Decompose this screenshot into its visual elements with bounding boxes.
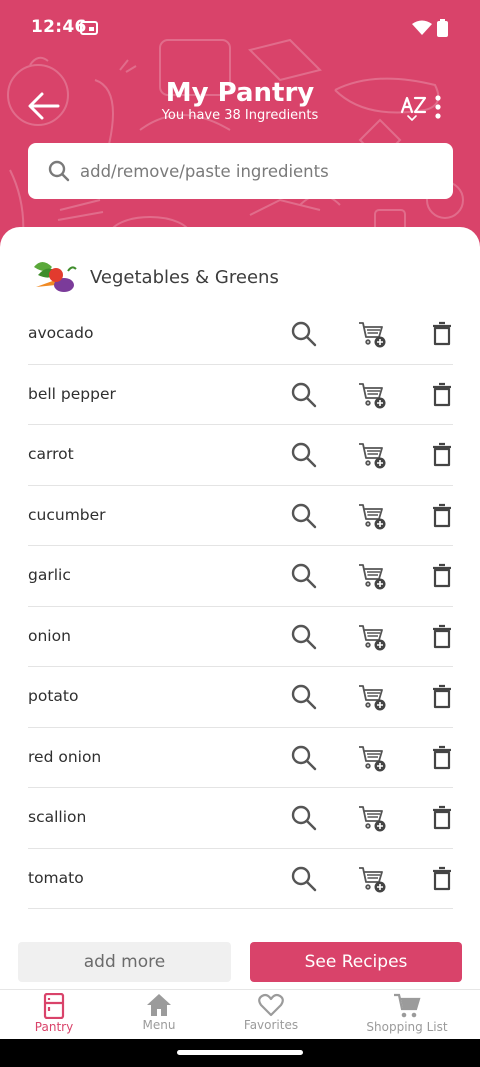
home-icon xyxy=(147,994,171,1016)
delete-icon[interactable] xyxy=(428,381,456,409)
sort-az-icon[interactable] xyxy=(400,92,428,122)
search-recipes-icon[interactable] xyxy=(290,683,318,711)
search-recipes-icon[interactable] xyxy=(290,804,318,832)
add-to-cart-icon[interactable] xyxy=(358,804,386,832)
search-bar xyxy=(28,143,453,199)
ingredient-row: avocado xyxy=(28,304,453,365)
nav-item-shopping-list[interactable]: Shopping List xyxy=(360,990,454,1040)
delete-icon[interactable] xyxy=(428,865,456,893)
search-icon xyxy=(48,160,70,182)
search-recipes-icon[interactable] xyxy=(290,381,318,409)
search-recipes-icon[interactable] xyxy=(290,320,318,348)
search-recipes-icon[interactable] xyxy=(290,441,318,469)
wifi-icon xyxy=(412,20,432,35)
search-recipes-icon[interactable] xyxy=(290,502,318,530)
add-to-cart-icon[interactable] xyxy=(358,683,386,711)
delete-icon[interactable] xyxy=(428,320,456,348)
home-indicator[interactable] xyxy=(177,1050,303,1055)
delete-icon[interactable] xyxy=(428,562,456,590)
ingredient-row: garlic xyxy=(28,546,453,607)
add-to-cart-icon[interactable] xyxy=(358,502,386,530)
ingredient-name: potato xyxy=(28,687,79,705)
ingredient-name: avocado xyxy=(28,324,94,342)
nav-item-menu[interactable]: Menu xyxy=(129,990,189,1040)
delete-icon[interactable] xyxy=(428,683,456,711)
ingredient-name: cucumber xyxy=(28,505,106,524)
more-vertical-icon[interactable] xyxy=(432,94,444,120)
ingredient-name: onion xyxy=(28,626,71,645)
see-recipes-button[interactable]: See Recipes xyxy=(250,942,462,982)
delete-icon[interactable] xyxy=(428,441,456,469)
cast-icon xyxy=(80,21,98,35)
ingredient-name: garlic xyxy=(28,566,71,584)
vegetables-icon xyxy=(34,262,77,292)
header: 12:46 My Pantry You have 38 Ingredients xyxy=(0,0,480,260)
nav-label: Shopping List xyxy=(366,1020,448,1034)
search-recipes-icon[interactable] xyxy=(290,562,318,590)
nav-label: Pantry xyxy=(34,1020,74,1034)
add-to-cart-icon[interactable] xyxy=(358,381,386,409)
gesture-bar xyxy=(0,1039,480,1067)
status-time: 12:46 xyxy=(31,17,87,37)
fridge-icon xyxy=(43,993,65,1019)
nav-label: Favorites xyxy=(243,1018,299,1032)
search-recipes-icon[interactable] xyxy=(290,865,318,893)
ingredient-row: carrot xyxy=(28,425,453,486)
ingredient-name: scallion xyxy=(28,808,87,826)
add-to-cart-icon[interactable] xyxy=(358,320,386,348)
bottom-nav: Pantry Menu Favorites Shopping List xyxy=(0,989,480,1039)
cart-icon xyxy=(394,993,421,1018)
search-input[interactable] xyxy=(80,143,440,199)
ingredient-list: avocado bell pepper carrot cucumber garl… xyxy=(28,304,453,909)
ingredient-row: tomato xyxy=(28,849,456,909)
ingredient-name: bell pepper xyxy=(28,384,116,403)
battery-icon xyxy=(437,19,448,37)
delete-icon[interactable] xyxy=(428,623,456,651)
add-to-cart-icon[interactable] xyxy=(358,562,386,590)
nav-item-favorites[interactable]: Favorites xyxy=(236,990,306,1040)
add-more-button[interactable]: add more xyxy=(18,942,231,982)
status-bar: 12:46 xyxy=(0,0,480,56)
delete-icon[interactable] xyxy=(428,804,456,832)
heart-icon xyxy=(258,993,284,1017)
add-to-cart-icon[interactable] xyxy=(358,623,386,651)
nav-item-pantry[interactable]: Pantry xyxy=(24,990,84,1040)
ingredient-row: potato xyxy=(28,667,453,728)
add-to-cart-icon[interactable] xyxy=(358,865,386,893)
delete-icon[interactable] xyxy=(428,502,456,530)
ingredient-name: red onion xyxy=(28,747,102,766)
ingredient-row: cucumber xyxy=(28,486,456,546)
nav-label: Menu xyxy=(142,1018,176,1032)
search-recipes-icon[interactable] xyxy=(290,744,318,772)
ingredient-name: tomato xyxy=(28,868,84,887)
search-recipes-icon[interactable] xyxy=(290,623,318,651)
delete-icon[interactable] xyxy=(428,744,456,772)
ingredient-row: red onion xyxy=(28,728,456,788)
ingredient-row: onion xyxy=(28,607,456,667)
category-title: Vegetables & Greens xyxy=(90,267,279,288)
ingredient-name: carrot xyxy=(28,445,74,463)
ingredient-row: bell pepper xyxy=(28,365,456,425)
add-to-cart-icon[interactable] xyxy=(358,441,386,469)
ingredient-row: scallion xyxy=(28,788,453,849)
add-to-cart-icon[interactable] xyxy=(358,744,386,772)
